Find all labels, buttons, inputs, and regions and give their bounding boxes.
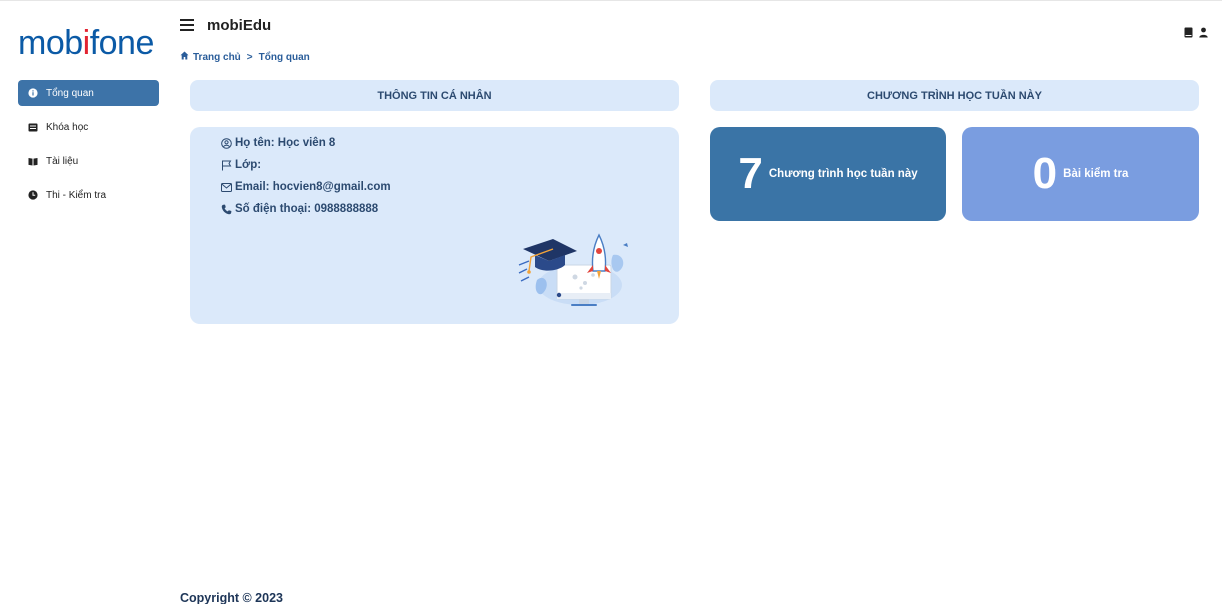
- tests-label: Bài kiểm tra: [1063, 168, 1129, 180]
- sidebar-item-tai-lieu[interactable]: Tài liệu: [18, 148, 159, 174]
- info-circle-icon: [28, 88, 38, 98]
- personal-info-card: Họ tên: Học viên 8 Lớp: Email: hocvien8@…: [190, 127, 679, 324]
- logo-text-i: i: [82, 24, 91, 62]
- sidebar-item-khoa-hoc[interactable]: Khóa học: [18, 114, 159, 140]
- clock-icon: [28, 190, 38, 200]
- top-border: [0, 0, 1222, 6]
- book-icon: [28, 122, 38, 132]
- info-phone: Số điện thoại: 0988888888: [235, 203, 379, 215]
- weekly-programs-count: 7: [738, 149, 763, 198]
- menu-toggle-icon[interactable]: [180, 19, 194, 31]
- education-illustration: [518, 233, 628, 306]
- weekly-programs-card[interactable]: 7 Chương trình học tuần này: [710, 127, 946, 221]
- app-title: mobiEdu: [207, 17, 272, 34]
- info-email: Email: hocvien8@gmail.com: [235, 181, 391, 193]
- logo-text-b: fone: [89, 24, 155, 62]
- book-icon[interactable]: [1184, 25, 1193, 43]
- user-icon[interactable]: [1199, 25, 1208, 43]
- info-phone-row: Số điện thoại: 0988888888: [220, 198, 391, 220]
- logo-text-a: mob: [18, 24, 83, 62]
- info-name: Họ tên: Học viên 8: [235, 137, 336, 149]
- phone-icon: [220, 203, 232, 215]
- breadcrumb-home-link[interactable]: Trang chủ: [193, 52, 241, 63]
- tests-count: 0: [1032, 149, 1058, 198]
- breadcrumb: Trang chủ > Tổng quan: [180, 51, 310, 63]
- envelope-icon: [220, 181, 232, 193]
- mobifone-logo[interactable]: mobifone: [18, 24, 154, 63]
- sidebar: Tổng quan Khóa học Tài liệu Thi - Kiểm t…: [18, 80, 159, 216]
- breadcrumb-current: Tổng quan: [258, 51, 310, 63]
- user-circle-icon: [220, 137, 232, 149]
- info-name-row: Họ tên: Học viên 8: [220, 132, 391, 154]
- sidebar-item-label: Tổng quan: [46, 87, 94, 99]
- weekly-program-heading: CHƯƠNG TRÌNH HỌC TUẦN NÀY: [710, 80, 1199, 111]
- footer-copyright: Copyright © 2023: [180, 591, 283, 604]
- open-book-icon: [28, 156, 38, 166]
- info-email-row: Email: hocvien8@gmail.com: [220, 176, 391, 198]
- personal-info-heading: THÔNG TIN CÁ NHÂN: [190, 80, 679, 111]
- sidebar-item-label: Thi - Kiểm tra: [46, 189, 107, 201]
- header-actions: [1184, 25, 1208, 43]
- weekly-programs-label: Chương trình học tuần này: [768, 168, 918, 180]
- tests-card[interactable]: 0 Bài kiểm tra: [962, 127, 1199, 221]
- flag-icon: [220, 159, 232, 171]
- info-class-row: Lớp:: [220, 154, 391, 176]
- sidebar-item-label: Khóa học: [46, 121, 89, 133]
- home-icon: [180, 51, 189, 63]
- sidebar-item-thi-kiem-tra[interactable]: Thi - Kiểm tra: [18, 182, 159, 208]
- sidebar-item-label: Tài liệu: [46, 155, 79, 167]
- info-class: Lớp:: [235, 159, 262, 171]
- breadcrumb-separator: >: [246, 51, 253, 63]
- sidebar-item-tong-quan[interactable]: Tổng quan: [18, 80, 159, 106]
